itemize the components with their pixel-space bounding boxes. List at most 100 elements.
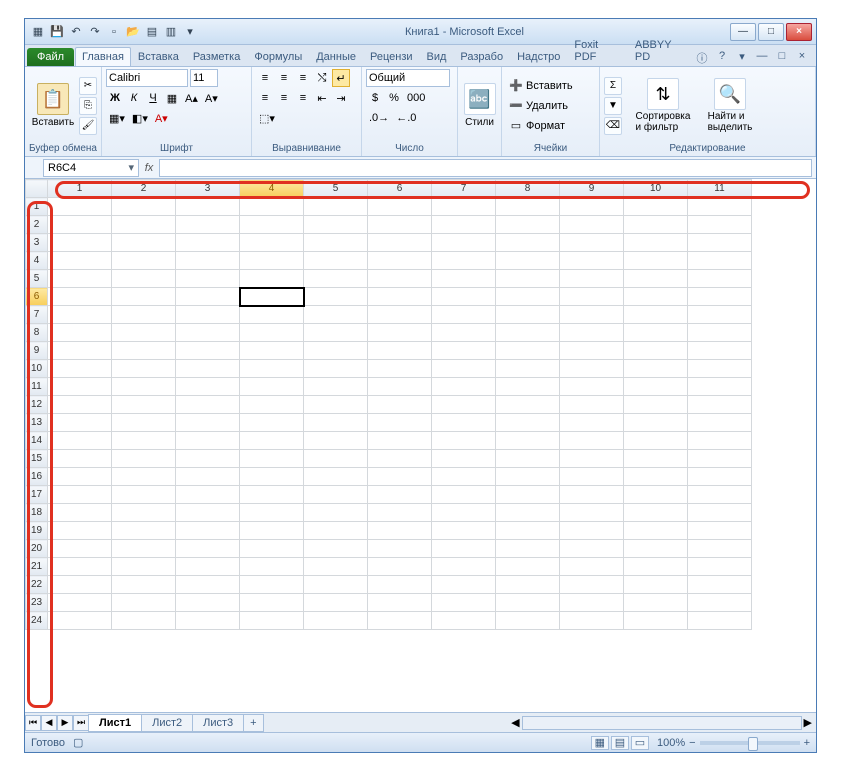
cell[interactable] xyxy=(688,468,752,486)
cell[interactable] xyxy=(368,594,432,612)
cell[interactable] xyxy=(624,468,688,486)
cell[interactable] xyxy=(560,540,624,558)
cell[interactable] xyxy=(304,612,368,630)
cell[interactable] xyxy=(560,612,624,630)
cell[interactable] xyxy=(304,288,368,306)
sheet-tab-3[interactable]: Лист3 xyxy=(192,714,244,732)
cell[interactable] xyxy=(368,414,432,432)
cell[interactable] xyxy=(688,324,752,342)
cell[interactable] xyxy=(688,288,752,306)
cell[interactable] xyxy=(240,270,304,288)
cell[interactable] xyxy=(688,576,752,594)
percent-icon[interactable]: % xyxy=(385,89,403,107)
row-header[interactable]: 12 xyxy=(26,396,48,414)
cell[interactable] xyxy=(560,216,624,234)
cell[interactable] xyxy=(176,576,240,594)
cell[interactable] xyxy=(496,504,560,522)
cell[interactable] xyxy=(176,234,240,252)
sort-filter-button[interactable]: ⇅ Сортировка и фильтр xyxy=(628,69,698,142)
cell[interactable] xyxy=(304,252,368,270)
indent-inc-icon[interactable]: ⇥ xyxy=(332,89,350,107)
cell[interactable] xyxy=(688,270,752,288)
qat-icon[interactable]: ▤ xyxy=(143,23,161,41)
cell[interactable] xyxy=(368,198,432,216)
cell[interactable] xyxy=(368,450,432,468)
cell[interactable] xyxy=(176,432,240,450)
doc-minimize-icon[interactable]: — xyxy=(754,50,770,66)
cell[interactable] xyxy=(496,396,560,414)
cell[interactable] xyxy=(432,216,496,234)
cell[interactable] xyxy=(304,594,368,612)
cell[interactable] xyxy=(496,612,560,630)
cell[interactable] xyxy=(48,486,112,504)
cell[interactable] xyxy=(112,216,176,234)
cell[interactable] xyxy=(624,504,688,522)
cell[interactable] xyxy=(496,558,560,576)
comma-icon[interactable]: 000 xyxy=(404,89,428,107)
column-header[interactable]: 2 xyxy=(112,180,176,198)
row-header[interactable]: 9 xyxy=(26,342,48,360)
cell[interactable] xyxy=(240,414,304,432)
row-header[interactable]: 19 xyxy=(26,522,48,540)
cell[interactable] xyxy=(48,216,112,234)
cell[interactable] xyxy=(560,594,624,612)
cell[interactable] xyxy=(368,342,432,360)
cell[interactable] xyxy=(624,522,688,540)
cell[interactable] xyxy=(176,504,240,522)
cell[interactable] xyxy=(368,360,432,378)
macro-record-icon[interactable]: ▢ xyxy=(73,736,83,749)
cell[interactable] xyxy=(240,252,304,270)
cell[interactable] xyxy=(688,216,752,234)
delete-cells-button[interactable]: ➖Удалить xyxy=(506,97,595,115)
cell[interactable] xyxy=(48,306,112,324)
cell[interactable] xyxy=(48,522,112,540)
sheet-tab-1[interactable]: Лист1 xyxy=(88,714,142,732)
cell[interactable] xyxy=(112,378,176,396)
row-header[interactable]: 24 xyxy=(26,612,48,630)
cell[interactable] xyxy=(48,234,112,252)
cell[interactable] xyxy=(624,288,688,306)
cell[interactable] xyxy=(688,342,752,360)
cell[interactable] xyxy=(176,198,240,216)
cell[interactable] xyxy=(240,468,304,486)
align-bottom-icon[interactable]: ≡ xyxy=(294,69,312,87)
cell[interactable] xyxy=(48,396,112,414)
format-cells-button[interactable]: ▭Формат xyxy=(506,117,595,135)
cell[interactable] xyxy=(304,396,368,414)
tab-addins[interactable]: Надстро xyxy=(510,47,567,66)
cell[interactable] xyxy=(112,558,176,576)
column-header[interactable]: 6 xyxy=(368,180,432,198)
cell[interactable] xyxy=(368,558,432,576)
cell[interactable] xyxy=(176,342,240,360)
cell[interactable] xyxy=(688,558,752,576)
cell[interactable] xyxy=(48,288,112,306)
cell[interactable] xyxy=(432,360,496,378)
cell[interactable] xyxy=(240,396,304,414)
cell[interactable] xyxy=(240,540,304,558)
cell[interactable] xyxy=(560,432,624,450)
copy-icon[interactable]: ⎘ xyxy=(79,97,97,115)
cell[interactable] xyxy=(560,342,624,360)
zoom-level[interactable]: 100% xyxy=(657,737,685,749)
paste-button[interactable]: 📋 Вставить xyxy=(29,69,77,142)
cell[interactable] xyxy=(496,306,560,324)
cell[interactable] xyxy=(432,342,496,360)
cell[interactable] xyxy=(48,252,112,270)
cell[interactable] xyxy=(560,324,624,342)
fill-icon[interactable]: ▼ xyxy=(604,97,622,115)
column-header[interactable]: 10 xyxy=(624,180,688,198)
row-header[interactable]: 20 xyxy=(26,540,48,558)
cell[interactable] xyxy=(368,432,432,450)
cell[interactable] xyxy=(112,396,176,414)
cell[interactable] xyxy=(368,288,432,306)
cell[interactable] xyxy=(368,540,432,558)
cell[interactable] xyxy=(496,486,560,504)
cell[interactable] xyxy=(368,396,432,414)
cell[interactable] xyxy=(432,234,496,252)
merge-icon[interactable]: ⬚▾ xyxy=(256,109,278,127)
cell[interactable] xyxy=(496,234,560,252)
row-header[interactable]: 23 xyxy=(26,594,48,612)
cell[interactable] xyxy=(304,306,368,324)
cell[interactable] xyxy=(304,198,368,216)
cell[interactable] xyxy=(432,198,496,216)
